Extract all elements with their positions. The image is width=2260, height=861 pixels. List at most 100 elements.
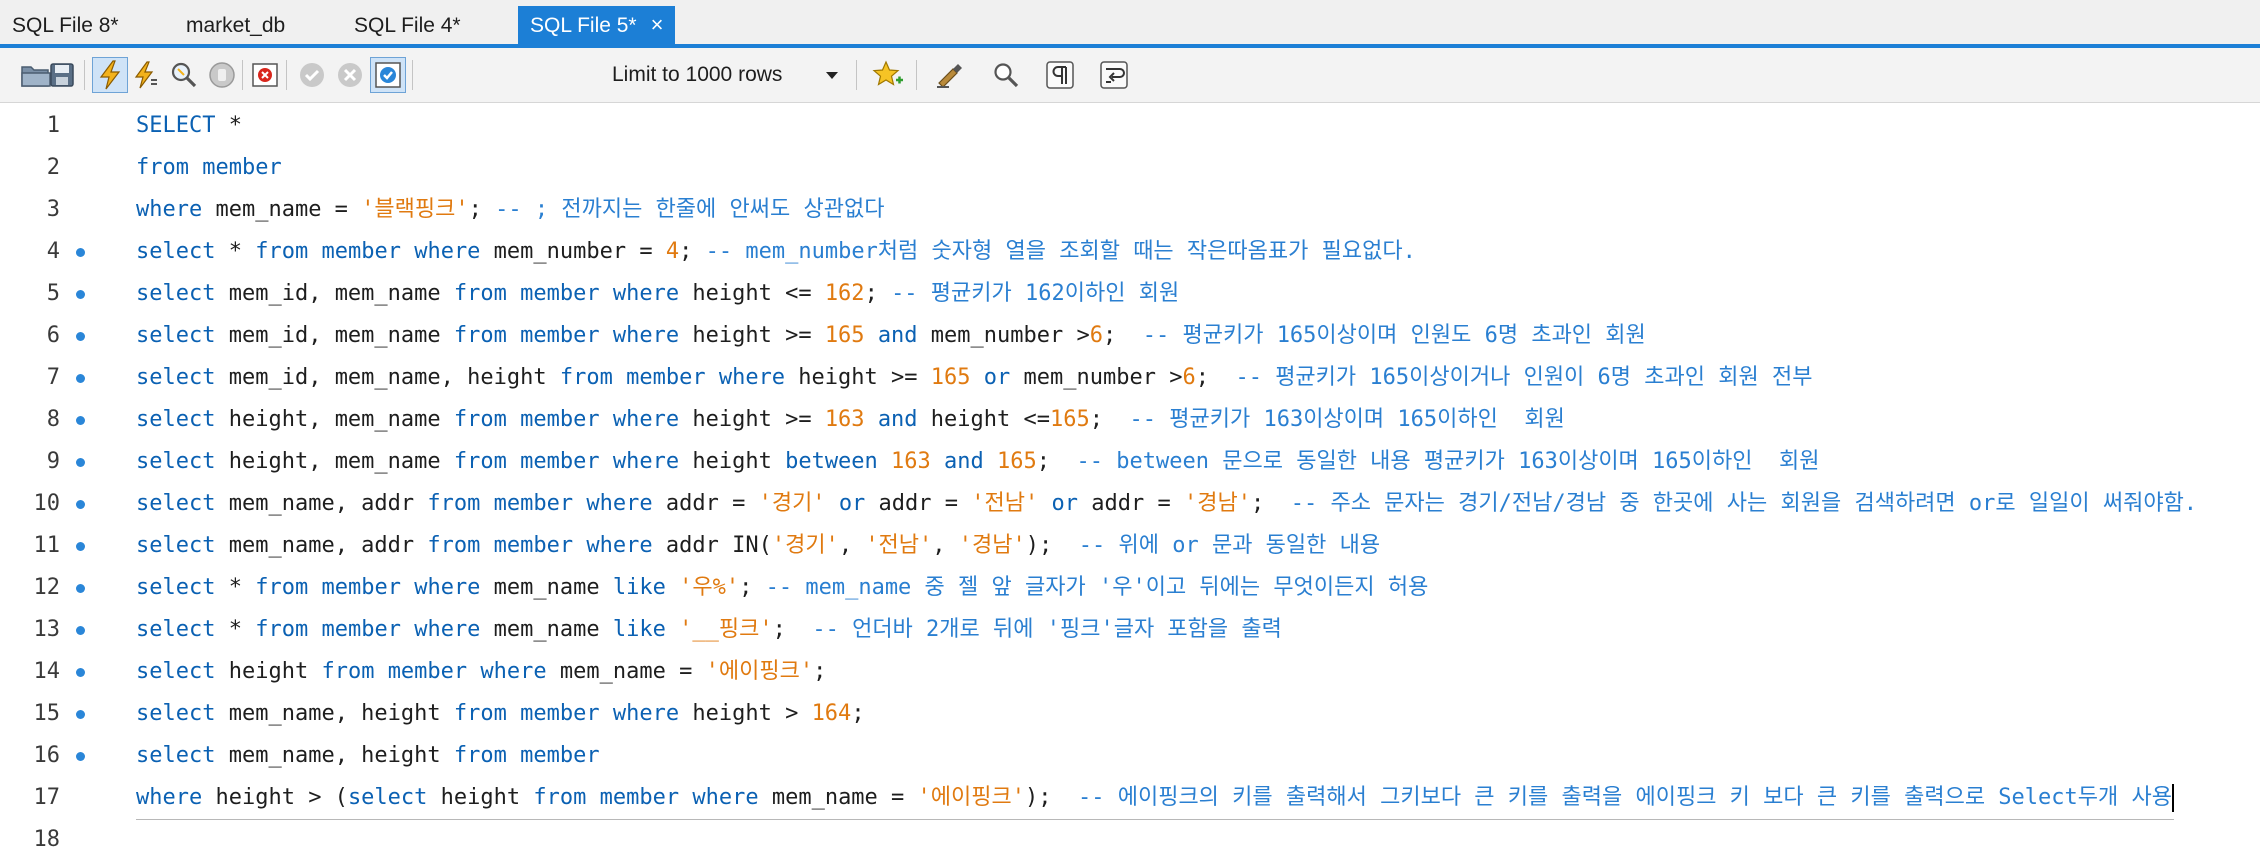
comment: -- mem_name 중 젤 앞 글자가 '우'이고 뒤에는 무엇이든지 허용 [765,575,1429,600]
line-number: 9 [46,449,60,474]
string-literal: '에이핑크' [917,785,1025,810]
sql-keyword: select [136,701,216,726]
code-line[interactable]: 8 select height, mem_name from member whe… [0,399,2260,441]
code-line[interactable]: 5 select mem_id, mem_name from member whe… [0,273,2260,315]
code-text: select mem_id, mem_name from member wher… [136,315,1646,357]
code-line[interactable]: 2 from member [0,147,2260,189]
statement-marker-icon [76,290,85,299]
sql-keyword: select [136,449,216,474]
sql-keyword: from [136,155,189,180]
number-literal: 165 [824,323,865,348]
save-icon[interactable] [44,57,80,93]
sql-keyword: where [692,785,759,810]
sql-editor[interactable]: 1 SELECT * 2 from member 3 where mem_name = '… [0,103,2260,858]
tab-sql-file-8[interactable]: SQL File 8* [0,8,131,44]
code-text: ; [1089,407,1130,432]
code-line[interactable]: 15 select mem_name, height from member wh… [0,693,2260,735]
sql-editor-toolbar: Limit to 1000 rows [0,48,2260,103]
sql-keyword: where [612,323,680,348]
code-line[interactable]: 9 select height, mem_name from member whe… [0,441,2260,483]
string-literal: '경기' [771,533,839,558]
tab-sql-file-4[interactable]: SQL File 4* [342,8,473,44]
beautify-brush-icon[interactable] [932,57,968,93]
code-text: ; [813,659,827,684]
code-line[interactable]: 10 select mem_name, addr from member wher… [0,483,2260,525]
sql-keyword: member [321,575,401,600]
sql-keyword: where [480,659,547,684]
code-line[interactable]: 1 SELECT * [0,105,2260,147]
comment: -- 평균키가 162이하인 회원 [891,281,1180,306]
code-line[interactable]: 13 select * from member where mem_name li… [0,609,2260,651]
execute-lightning-icon[interactable] [92,57,128,93]
code-line[interactable]: 14 select height from member where mem_na… [0,651,2260,693]
sql-keyword: or [838,491,866,516]
autocommit-toggle-icon[interactable] [370,57,406,93]
string-literal: '전남' [865,533,933,558]
sql-keyword: where [414,239,481,264]
code-line[interactable]: 4 select * from member where mem_number =… [0,231,2260,273]
code-text: height >= [679,407,825,432]
code-text: height > ( [202,785,348,810]
close-icon[interactable]: × [651,12,664,37]
sql-keyword: select [136,239,216,264]
comment: -- 평균키가 165이상이거나 인원이 6명 초과인 회원 전부 [1235,365,1813,390]
code-line[interactable]: 12 select * from member where mem_name li… [0,567,2260,609]
code-text: select mem_name, height from member [136,735,600,777]
code-text: height [215,659,322,684]
tab-market-db[interactable]: market_db [174,8,297,44]
word-wrap-icon[interactable] [1096,57,1132,93]
sql-keyword: where [136,785,203,810]
code-text: addr IN( [652,533,772,558]
code-line[interactable]: 7 select mem_id, mem_name, height from me… [0,357,2260,399]
stop-on-error-icon[interactable] [248,57,284,93]
code-text: select height, mem_name from member wher… [136,441,1819,483]
statement-marker-icon [76,710,85,719]
commit-check-icon[interactable] [294,57,330,93]
statement-marker-icon [76,458,85,467]
stop-hand-icon[interactable] [204,57,240,93]
statement-marker-icon [76,584,85,593]
find-magnifier-icon[interactable] [988,57,1024,93]
pilcrow-icon[interactable] [1042,57,1078,93]
number-literal: 165 [930,365,971,390]
comment: -- ; 전까지는 한줄에 안써도 상관없다 [495,197,885,222]
code-text: select mem_id, mem_name, height from mem… [136,357,1812,399]
limit-rows-select[interactable]: Limit to 1000 rows [604,57,846,93]
string-literal: '우%' [679,575,740,600]
tab-label: SQL File 5* [530,14,637,37]
explain-magnifier-icon[interactable] [166,57,202,93]
number-literal: 165 [1050,407,1090,432]
sql-keyword: like [612,575,666,600]
code-line[interactable]: 6 select mem_id, mem_name from member whe… [0,315,2260,357]
string-literal: '__핑크' [679,617,773,642]
code-text: height, mem_name [215,407,454,432]
code-text: ; [468,197,496,222]
code-line[interactable]: 18 [0,819,2260,861]
tab-sql-file-5[interactable]: SQL File 5* × [518,6,676,44]
sql-keyword: member [520,407,600,432]
execute-current-icon[interactable] [128,57,164,93]
number-literal: 163 [891,449,931,474]
code-text: height >= [785,365,931,390]
sql-keyword: SELECT [136,113,216,138]
add-snippet-star-icon[interactable] [870,57,906,93]
code-line[interactable]: 11 select mem_name, addr from member wher… [0,525,2260,567]
code-text: select * from member where mem_name like… [136,609,1282,651]
code-line[interactable]: 3 where mem_name = '블랙핑크'; -- ; 전까지는 한줄에 … [0,189,2260,231]
rollback-x-icon[interactable] [332,57,368,93]
statement-marker-icon [76,752,85,761]
code-line[interactable]: 17 where height > (select height from mem… [0,777,2260,820]
sql-keyword: member [493,533,574,558]
code-text: height [679,449,786,474]
code-line[interactable]: 16 select mem_name, height from member [0,735,2260,777]
code-text: select height, mem_name from member wher… [136,399,1565,441]
